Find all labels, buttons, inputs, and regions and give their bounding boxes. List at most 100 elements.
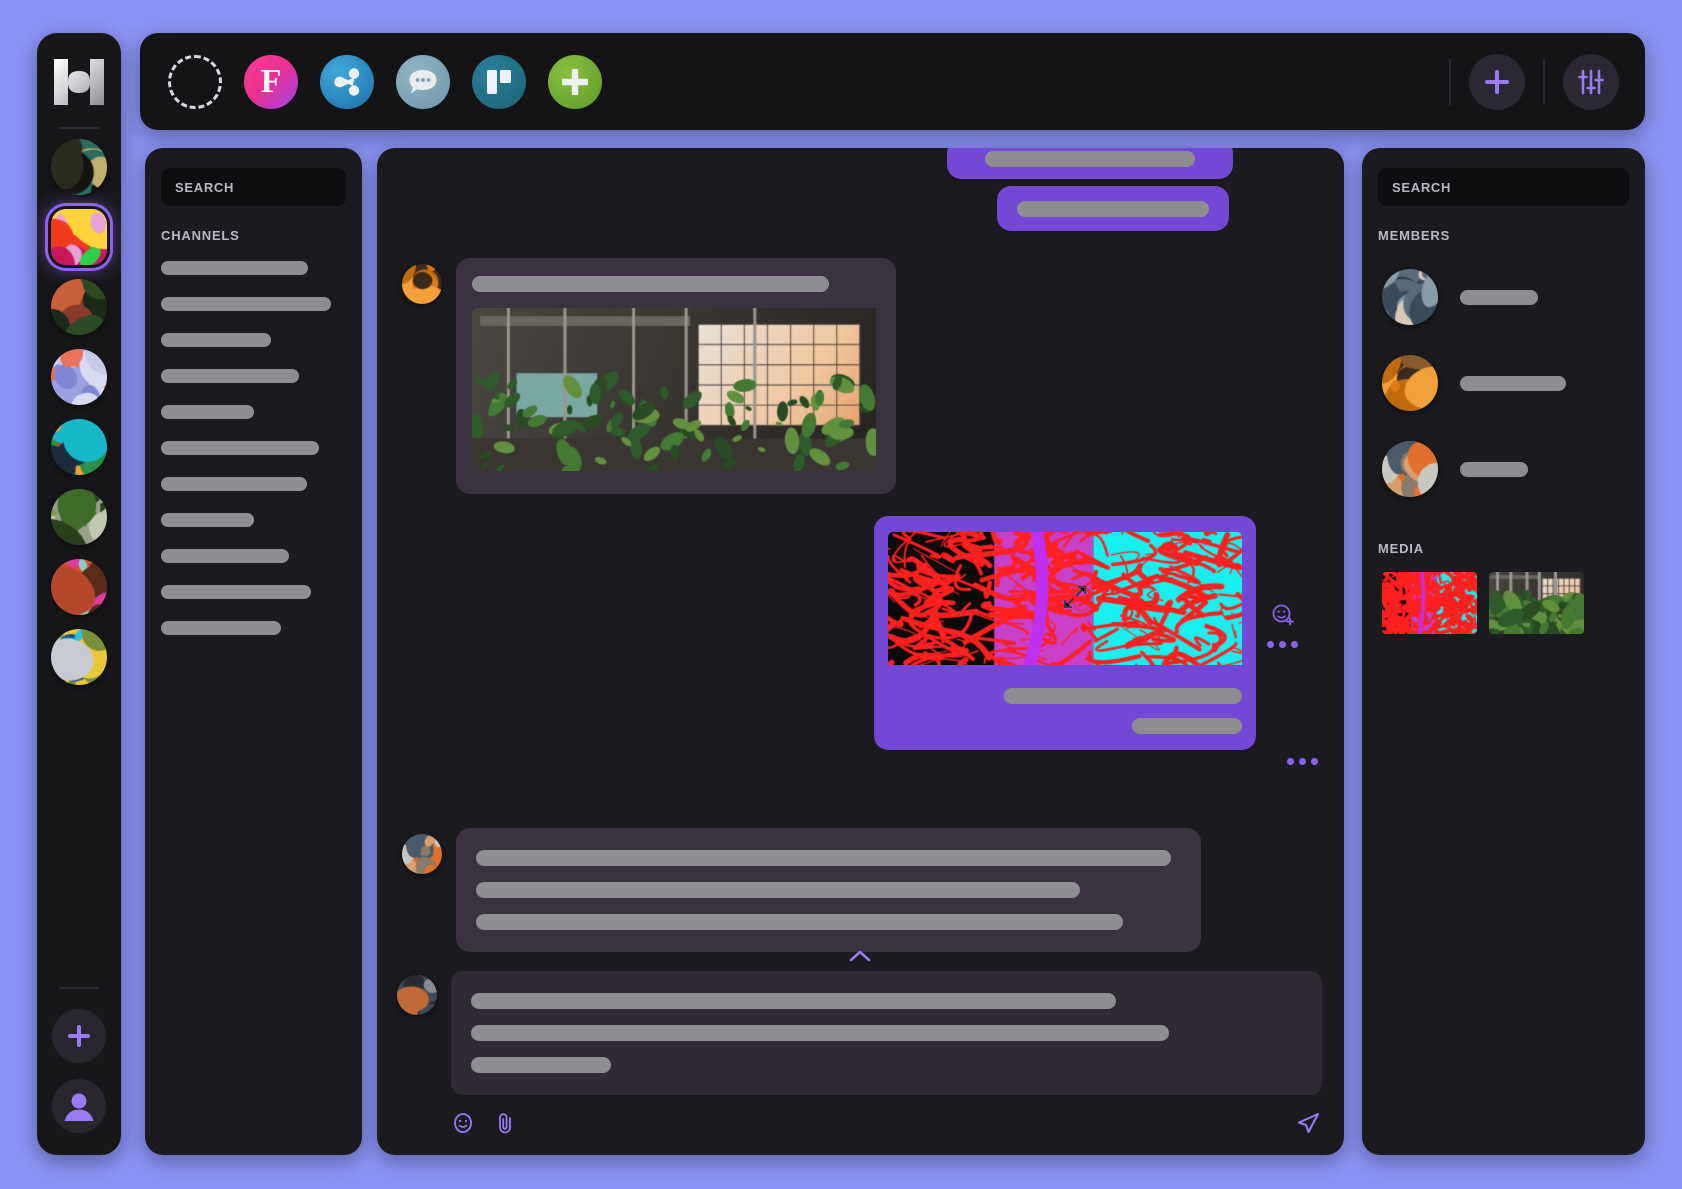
expand-icon xyxy=(1064,586,1086,608)
avatar xyxy=(1382,269,1438,325)
message-text-line xyxy=(476,882,1080,898)
composer-toolbar xyxy=(451,1109,1322,1137)
channel-search-placeholder: SEARCH xyxy=(175,179,235,195)
chat-panel xyxy=(377,148,1344,1155)
dot xyxy=(1267,641,1274,648)
sidebar-item-workspace-8[interactable] xyxy=(51,629,107,685)
board-columns-icon xyxy=(487,69,511,94)
channel-item-7[interactable] xyxy=(161,477,307,491)
sidebar-item-workspace-5[interactable] xyxy=(51,419,107,475)
member-name xyxy=(1460,461,1528,477)
user-icon xyxy=(64,1093,94,1121)
placeholder-dashed-icon[interactable] xyxy=(168,54,222,109)
media-heading: MEDIA xyxy=(1378,541,1424,556)
message-more-options-button[interactable] xyxy=(1267,641,1298,648)
sliders-icon xyxy=(1578,69,1604,94)
trello-app-icon[interactable] xyxy=(472,54,526,109)
figma-app-icon[interactable]: F xyxy=(244,54,298,109)
chevron-up-icon xyxy=(849,950,870,962)
member-search-input[interactable]: SEARCH xyxy=(1378,168,1629,206)
scroll-up-chevron[interactable] xyxy=(848,949,872,968)
member-search-placeholder: SEARCH xyxy=(1392,179,1452,195)
dot xyxy=(1287,758,1294,765)
settings-sliders-button[interactable] xyxy=(1563,53,1619,110)
channel-item-4[interactable] xyxy=(161,369,299,383)
message-received-image xyxy=(402,258,896,494)
channel-search-input[interactable]: SEARCH xyxy=(161,168,346,206)
emoji-picker-button[interactable] xyxy=(451,1111,475,1135)
toolbar-divider-1 xyxy=(1449,58,1451,105)
avatar[interactable] xyxy=(402,834,442,874)
list-item[interactable] xyxy=(1382,269,1625,325)
send-icon xyxy=(1298,1113,1319,1133)
app-window: F SEARCH CHANNELS SEARCH MEMBERS MEDIA xyxy=(0,0,1682,1189)
smiley-icon xyxy=(454,1113,472,1133)
sidebar-item-workspace-6[interactable] xyxy=(51,489,107,545)
dot xyxy=(1311,758,1318,765)
message-actions xyxy=(1287,758,1318,765)
draft-text-line xyxy=(471,993,1116,1009)
sidebar-item-workspace-4[interactable] xyxy=(51,349,107,405)
brand-logo[interactable] xyxy=(48,51,110,113)
message-more-options-button[interactable] xyxy=(1287,758,1318,765)
message-input[interactable] xyxy=(451,971,1322,1095)
send-message-button[interactable] xyxy=(1294,1109,1322,1137)
toolbar-divider-2 xyxy=(1543,58,1545,105)
user-profile-button[interactable] xyxy=(52,1079,106,1133)
app-icon-glyph: F xyxy=(260,62,282,100)
rail-bottom-actions xyxy=(37,987,121,1133)
channel-item-11[interactable] xyxy=(161,621,281,635)
message-bubble[interactable] xyxy=(456,258,896,494)
channel-item-6[interactable] xyxy=(161,441,319,455)
message-text-line xyxy=(476,914,1123,930)
message-sent-partial-2[interactable] xyxy=(997,186,1229,231)
message-text-line xyxy=(1017,200,1209,217)
avatar[interactable] xyxy=(402,264,442,304)
channel-item-5[interactable] xyxy=(161,405,254,419)
attach-file-button[interactable] xyxy=(493,1111,517,1135)
share-app-icon[interactable] xyxy=(320,54,374,109)
chat-bubble-icon xyxy=(409,69,437,93)
message-text-line xyxy=(1004,688,1242,704)
channels-panel: SEARCH CHANNELS xyxy=(145,148,362,1155)
list-item[interactable] xyxy=(1382,441,1625,497)
sidebar-item-workspace-3[interactable] xyxy=(51,279,107,335)
channel-item-8[interactable] xyxy=(161,513,254,527)
member-name xyxy=(1460,289,1538,305)
plus-icon xyxy=(1485,69,1509,94)
add-app-icon[interactable] xyxy=(548,54,602,109)
channel-item-1[interactable] xyxy=(161,261,308,275)
message-caption xyxy=(472,276,829,292)
channel-item-9[interactable] xyxy=(161,549,289,563)
channel-item-2[interactable] xyxy=(161,297,331,311)
chat-app-icon[interactable] xyxy=(396,54,450,109)
draft-text-line xyxy=(471,1057,611,1073)
message-image-abstract[interactable] xyxy=(888,532,1242,670)
avatar xyxy=(1382,355,1438,411)
media-thumb-abstract[interactable] xyxy=(1382,572,1477,634)
sidebar-item-workspace-2[interactable] xyxy=(51,209,107,265)
channel-item-3[interactable] xyxy=(161,333,271,347)
message-text-line xyxy=(985,151,1195,167)
message-sent-partial-1[interactable] xyxy=(947,148,1233,179)
channels-heading: CHANNELS xyxy=(161,228,240,243)
top-toolbar: F xyxy=(140,33,1645,130)
message-sent-image[interactable] xyxy=(874,516,1256,750)
sidebar-item-workspace-7[interactable] xyxy=(51,559,107,615)
add-workspace-button[interactable] xyxy=(52,1009,106,1063)
list-item[interactable] xyxy=(1382,355,1625,411)
app-launcher-icons: F xyxy=(168,54,602,109)
avatar xyxy=(1382,441,1438,497)
channel-item-10[interactable] xyxy=(161,585,311,599)
message-bubble[interactable] xyxy=(456,828,1201,952)
avatar[interactable] xyxy=(397,975,437,1015)
dot xyxy=(1291,641,1298,648)
member-name xyxy=(1460,375,1566,391)
message-text-line xyxy=(1132,718,1242,734)
sidebar-item-workspace-1[interactable] xyxy=(51,139,107,195)
message-image-loft[interactable] xyxy=(472,308,880,476)
add-reaction-button[interactable] xyxy=(1271,603,1295,627)
plus-icon xyxy=(68,1025,90,1047)
media-thumb-loft[interactable] xyxy=(1489,572,1584,634)
add-button[interactable] xyxy=(1469,53,1525,110)
